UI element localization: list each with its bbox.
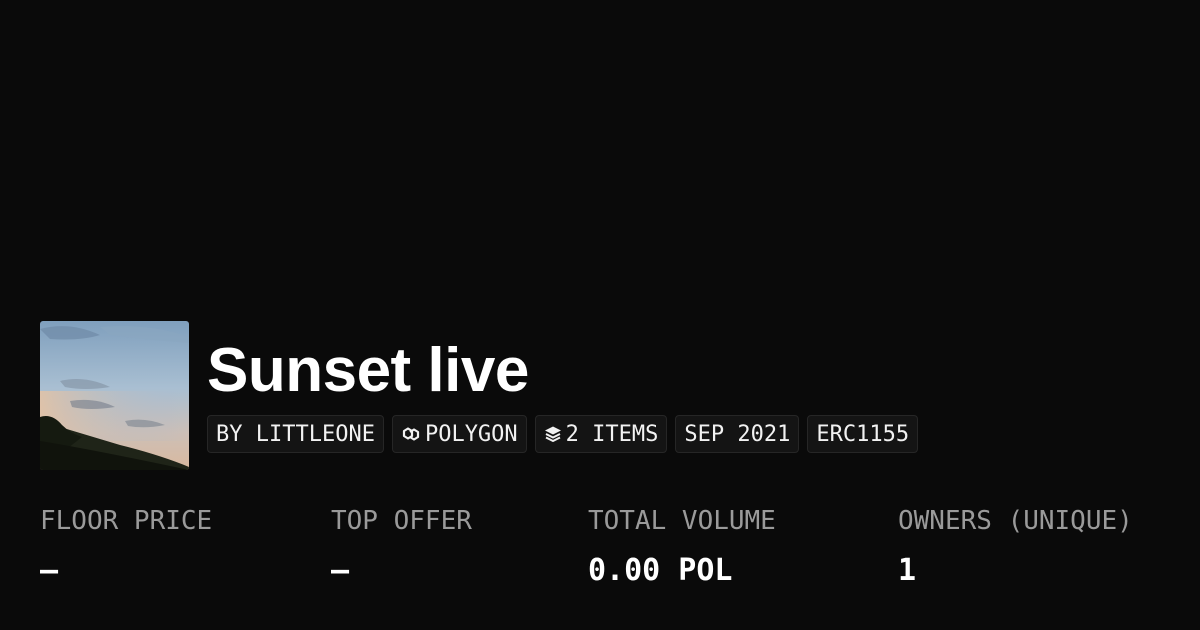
collection-header: Sunset live BY LITTLEONE POLYGON 2 ITEMS… xyxy=(40,321,919,470)
floor-price-label: FLOOR PRICE xyxy=(40,506,213,536)
items-count-tag[interactable]: 2 ITEMS xyxy=(534,415,668,453)
top-offer-stat: TOP OFFER – xyxy=(331,505,472,591)
collection-image[interactable] xyxy=(40,321,189,470)
items-count-label: 2 ITEMS xyxy=(565,421,659,447)
collection-title: Sunset live xyxy=(207,336,529,405)
creator-tag[interactable]: BY LITTLEONE xyxy=(207,415,384,453)
floor-price-stat: FLOOR PRICE – xyxy=(40,505,212,591)
total-volume-value: 0.00 POL xyxy=(588,553,733,588)
collection-info: Sunset live BY LITTLEONE POLYGON 2 ITEMS… xyxy=(207,321,919,453)
top-offer-value: – xyxy=(331,553,350,588)
owners-value: 1 xyxy=(898,553,917,588)
total-volume-label: TOTAL VOLUME xyxy=(588,506,776,536)
created-date-label: SEP 2021 xyxy=(684,421,791,447)
total-volume-stat: TOTAL VOLUME 0.00 POL xyxy=(588,505,776,591)
created-date-tag: SEP 2021 xyxy=(675,415,800,453)
chain-tag[interactable]: POLYGON xyxy=(391,415,527,453)
chain-label: POLYGON xyxy=(424,421,518,447)
token-standard-label: ERC1155 xyxy=(816,421,910,447)
floor-price-value: – xyxy=(40,553,59,588)
collection-tags: BY LITTLEONE POLYGON 2 ITEMS SEP 2021 ER… xyxy=(207,415,919,453)
creator-label: BY LITTLEONE xyxy=(216,421,375,447)
owners-stat: OWNERS (UNIQUE) 1 xyxy=(898,505,1133,591)
layers-icon xyxy=(544,425,562,443)
owners-label: OWNERS (UNIQUE) xyxy=(898,506,1133,536)
token-standard-tag: ERC1155 xyxy=(807,415,919,453)
polygon-chain-icon xyxy=(401,425,421,443)
top-offer-label: TOP OFFER xyxy=(331,506,472,536)
